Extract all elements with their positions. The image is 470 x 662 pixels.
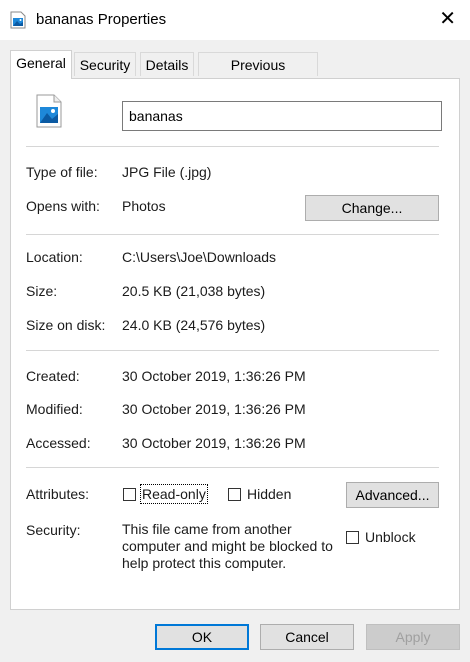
location-value: C:\Users\Joe\Downloads xyxy=(122,249,277,265)
read-only-label[interactable]: Read-only xyxy=(140,484,208,504)
jpg-image-icon xyxy=(36,94,62,128)
size-on-disk-value: 24.0 KB (24,576 bytes) xyxy=(122,317,266,333)
file-name-input[interactable] xyxy=(122,101,442,131)
tab-general[interactable]: General xyxy=(10,50,72,79)
opens-with-value: Photos xyxy=(122,198,166,214)
hidden-label[interactable]: Hidden xyxy=(247,486,291,502)
tab-details[interactable]: Details xyxy=(140,52,194,76)
apply-button: Apply xyxy=(366,624,460,650)
location-label: Location: xyxy=(26,249,83,265)
divider xyxy=(26,146,439,147)
divider xyxy=(26,467,439,468)
created-value: 30 October 2019, 1:36:26 PM xyxy=(122,368,306,384)
tab-security[interactable]: Security xyxy=(74,52,136,76)
created-label: Created: xyxy=(26,368,80,384)
modified-value: 30 October 2019, 1:36:26 PM xyxy=(122,401,306,417)
divider xyxy=(26,350,439,351)
unblock-checkbox[interactable] xyxy=(346,531,359,544)
size-value: 20.5 KB (21,038 bytes) xyxy=(122,283,266,299)
advanced-button[interactable]: Advanced... xyxy=(346,482,439,508)
modified-label: Modified: xyxy=(26,401,83,417)
read-only-checkbox[interactable] xyxy=(123,488,136,501)
attributes-label: Attributes: xyxy=(26,486,90,502)
close-icon[interactable]: ✕ xyxy=(439,9,456,29)
title-bar: bananas Properties ✕ xyxy=(0,0,470,40)
security-label: Security: xyxy=(26,522,81,538)
change-button[interactable]: Change... xyxy=(305,195,439,221)
security-message: This file came from another computer and… xyxy=(122,521,333,571)
type-of-file-label: Type of file: xyxy=(26,164,98,180)
hidden-checkbox[interactable] xyxy=(228,488,241,501)
unblock-label[interactable]: Unblock xyxy=(365,529,416,545)
image-file-icon xyxy=(10,11,26,29)
type-of-file-value: JPG File (.jpg) xyxy=(122,164,212,180)
size-label: Size: xyxy=(26,283,58,299)
tab-previous-versions[interactable]: Previous Versions xyxy=(198,52,318,97)
window-title: bananas Properties xyxy=(36,11,167,28)
ok-button[interactable]: OK xyxy=(155,624,249,650)
cancel-button[interactable]: Cancel xyxy=(260,624,354,650)
accessed-label: Accessed: xyxy=(26,435,91,451)
size-on-disk-label: Size on disk: xyxy=(26,317,106,333)
opens-with-label: Opens with: xyxy=(26,198,100,214)
accessed-value: 30 October 2019, 1:36:26 PM xyxy=(122,435,306,451)
divider xyxy=(26,234,439,235)
